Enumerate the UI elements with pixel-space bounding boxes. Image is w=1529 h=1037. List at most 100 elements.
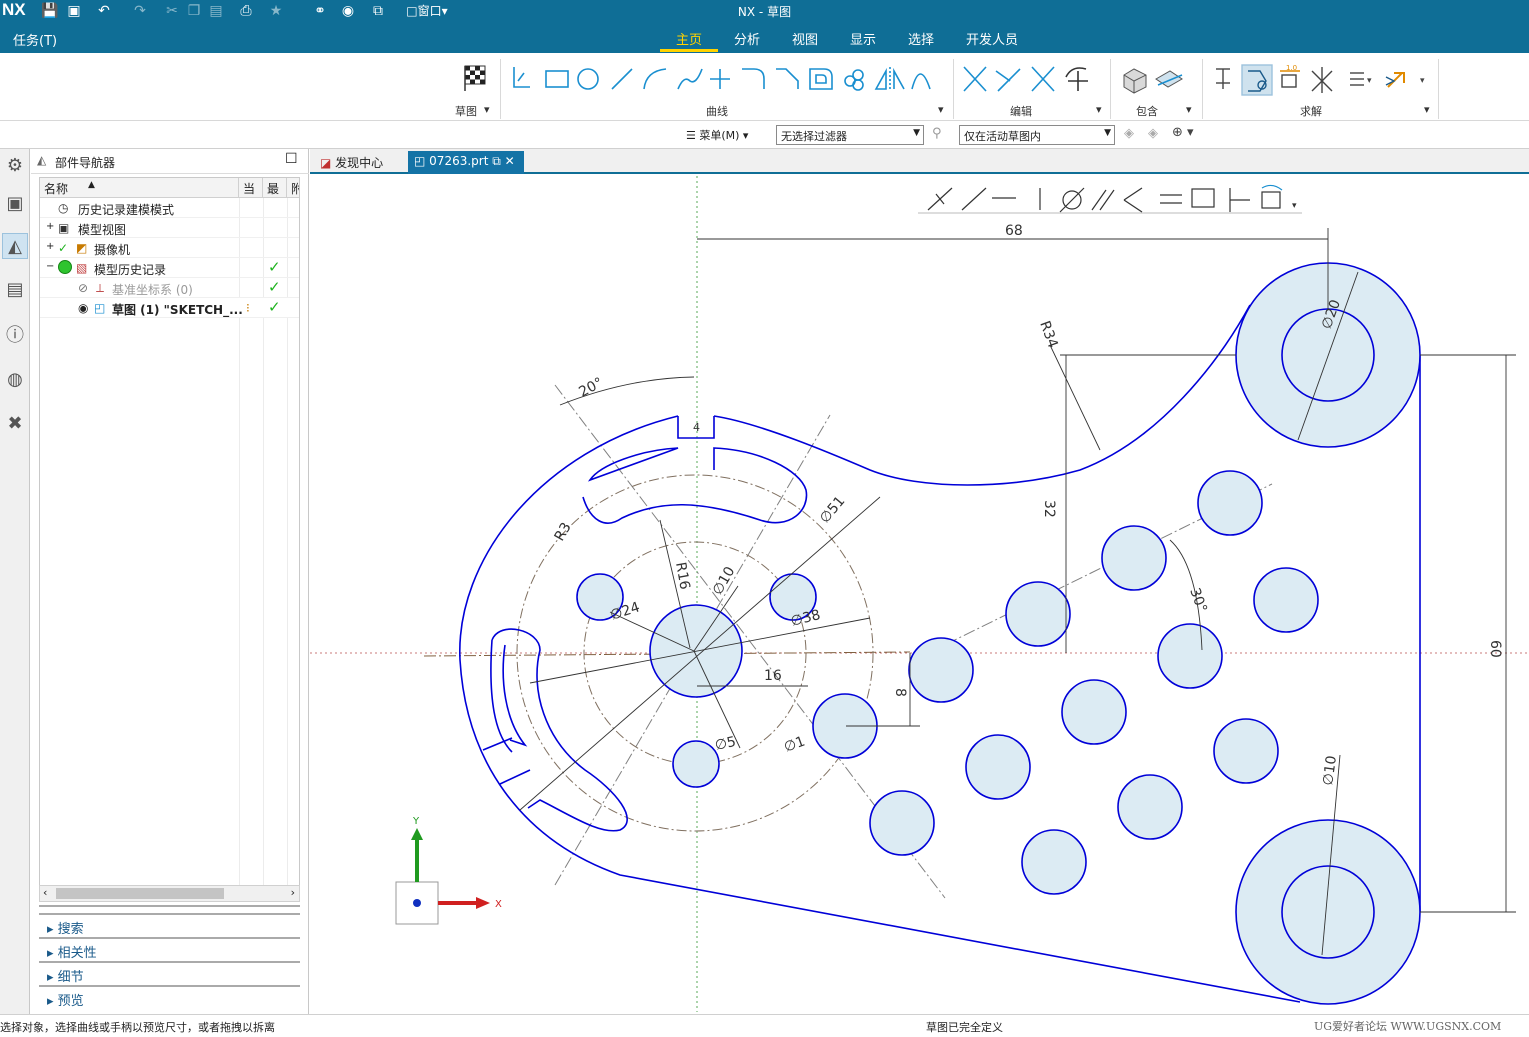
settings-icon[interactable]: ⚙ <box>2 153 28 179</box>
ribbon-divider <box>953 59 954 119</box>
dim-4[interactable]: 4 <box>693 421 700 434</box>
dim-dia-5[interactable]: ∅5 <box>714 734 738 754</box>
edit-group-dropdown-icon[interactable]: ▾ <box>1096 103 1102 116</box>
dim-16[interactable]: 16 <box>764 668 782 684</box>
geometric-constraint-icon[interactable] <box>1216 68 1230 89</box>
tree-row[interactable]: + ▣ 模型视图 <box>40 218 299 238</box>
dim-dia-1[interactable]: ∅1 <box>782 734 807 756</box>
include-group-dropdown-icon[interactable]: ▾ <box>1186 103 1192 116</box>
roles-icon[interactable]: ✖ <box>2 411 28 437</box>
task-menu[interactable]: 任务(T) <box>13 30 57 49</box>
rectangle-icon[interactable] <box>545 70 569 88</box>
scroll-right-icon[interactable]: › <box>291 886 295 899</box>
column-header-current[interactable]: 当 <box>239 178 263 198</box>
curve-group-dropdown-icon[interactable]: ▾ <box>938 103 944 116</box>
web-browser-icon[interactable]: ◍ <box>2 367 28 393</box>
popout-icon[interactable]: ⧉ <box>492 154 501 168</box>
offset-curve-icon[interactable] <box>809 68 833 90</box>
constraint-list-icon[interactable] <box>1350 72 1364 86</box>
dim-angle-20[interactable]: 20° <box>576 375 605 401</box>
expand-icon[interactable]: + <box>46 221 54 232</box>
dim-60[interactable]: 60 <box>1487 640 1503 658</box>
point-icon[interactable] <box>710 69 730 89</box>
tab-home[interactable]: 主页 <box>676 29 702 48</box>
dim-8[interactable]: 8 <box>892 688 908 697</box>
section-dependencies[interactable]: ▸ 相关性 <box>39 937 300 961</box>
dim-angle-30[interactable]: 30° <box>1186 586 1210 615</box>
part-navigator-icon[interactable]: ◭ <box>2 233 28 259</box>
tab-analysis[interactable]: 分析 <box>734 29 760 48</box>
snap-point-icon[interactable]: ⊕ ▾ <box>1172 125 1194 140</box>
dim-r34[interactable]: R34 <box>1036 319 1060 350</box>
maximize-icon[interactable]: ☐ <box>285 151 298 167</box>
reuse-library-icon[interactable]: ▤ <box>2 277 28 303</box>
move-curve-icon[interactable] <box>1065 67 1088 91</box>
tree-row[interactable]: ◉ ◰ 草图 (1) "SKETCH_... ⁝ ✓ <box>40 298 299 318</box>
circle-icon[interactable] <box>577 68 599 90</box>
sketch-inline-toolbar[interactable] <box>927 184 1283 213</box>
quick-trim-icon[interactable] <box>963 66 987 92</box>
show-constraints-icon[interactable] <box>1241 64 1273 96</box>
eye-icon[interactable]: ◉ <box>78 301 88 315</box>
conic-icon[interactable] <box>911 73 931 90</box>
chamfer-icon[interactable] <box>776 68 799 89</box>
column-header-attached[interactable]: 附 <box>287 178 299 198</box>
sketch-group-dropdown-icon[interactable]: ▾ <box>484 103 490 116</box>
column-header-name[interactable]: 名称 ▲ <box>40 178 239 198</box>
quick-extend-icon[interactable] <box>995 68 1021 92</box>
dim-r3[interactable]: R3 <box>552 520 575 544</box>
assembly-navigator-icon[interactable]: ▣ <box>2 191 28 217</box>
chevron-down-icon: ▼ <box>1104 128 1111 138</box>
menu-button[interactable]: ☰ 菜单(M) ▾ <box>686 127 748 143</box>
studio-spline-icon[interactable] <box>677 68 703 90</box>
type-filter-select[interactable]: 无选择过滤器 ▼ <box>776 125 924 145</box>
section-preview[interactable]: ▸ 预览 <box>39 985 300 1009</box>
select-feature-icon[interactable]: ◈ <box>1124 126 1134 141</box>
dim-dia-10-corner[interactable]: ∅10 <box>1320 755 1340 787</box>
tree-row[interactable]: ◷ 历史记录建模模式 <box>40 198 299 218</box>
scrollbar-thumb[interactable] <box>56 888 224 899</box>
tab-select[interactable]: 选择 <box>908 29 934 48</box>
arc-icon[interactable] <box>643 68 667 90</box>
intersection-curve-icon[interactable] <box>1155 70 1183 88</box>
tab-display[interactable]: 显示 <box>850 29 876 48</box>
project-curve-icon[interactable] <box>1123 68 1147 94</box>
graphics-window[interactable]: ◪ 发现中心 ◰ 07263.prt ⧉ ✕ ▾ 68 60 32 16 8 4… <box>310 149 1529 1014</box>
dim-dia-10-center[interactable]: ∅10 <box>710 564 739 598</box>
section-details[interactable]: ▸ 细节 <box>39 961 300 985</box>
tab-view[interactable]: 视图 <box>792 29 818 48</box>
panel-splitter[interactable] <box>39 905 300 907</box>
line-icon[interactable] <box>611 68 633 90</box>
hidden-eye-icon[interactable]: ⊘ <box>78 281 88 295</box>
solve-group-dropdown-icon[interactable]: ▾ <box>1424 103 1430 116</box>
scope-filter-select[interactable]: 仅在活动草图内 ▼ <box>959 125 1115 145</box>
expand-icon[interactable]: + <box>46 241 54 252</box>
collapse-icon[interactable]: − <box>46 261 54 272</box>
tree-row[interactable]: − ▧ 模型历史记录 ✓ <box>40 258 299 278</box>
tree-row[interactable]: ⊘ ⟂ 基准坐标系 (0) ✓ <box>40 278 299 298</box>
history-icon[interactable]: ⓘ <box>2 323 28 349</box>
close-icon[interactable]: ✕ <box>505 154 515 168</box>
relax-dimension-icon[interactable] <box>1311 67 1333 93</box>
finish-sketch-icon[interactable] <box>460 63 490 93</box>
scroll-left-icon[interactable]: ‹ <box>43 886 47 899</box>
mirror-curve-icon[interactable] <box>874 67 905 91</box>
column-header-latest[interactable]: 最 <box>263 178 287 198</box>
section-search[interactable]: ▸ 搜索 <box>39 913 300 937</box>
profile-icon[interactable] <box>513 67 530 88</box>
pattern-curve-icon[interactable] <box>844 69 864 91</box>
fillet-icon[interactable] <box>742 68 765 89</box>
rapid-dimension-icon[interactable]: 1.0 <box>1280 64 1300 88</box>
tab-part-file[interactable]: ◰ 07263.prt ⧉ ✕ <box>408 151 524 174</box>
tab-discovery-center[interactable]: ◪ 发现中心 <box>314 151 406 174</box>
auto-constrain-icon[interactable] <box>1385 72 1405 88</box>
select-body-icon[interactable]: ◈ <box>1148 126 1158 141</box>
make-corner-icon[interactable] <box>1031 66 1055 92</box>
dim-32[interactable]: 32 <box>1041 500 1057 518</box>
dim-dia-51[interactable]: ∅51 <box>817 493 849 526</box>
filter-icon[interactable]: ⚲ <box>932 126 942 141</box>
dim-68[interactable]: 68 <box>1005 223 1023 239</box>
tree-row[interactable]: + ✓ ◩ 摄像机 <box>40 238 299 258</box>
tab-developer[interactable]: 开发人员 <box>966 29 1018 48</box>
horizontal-scrollbar[interactable]: ‹ › <box>39 885 300 902</box>
